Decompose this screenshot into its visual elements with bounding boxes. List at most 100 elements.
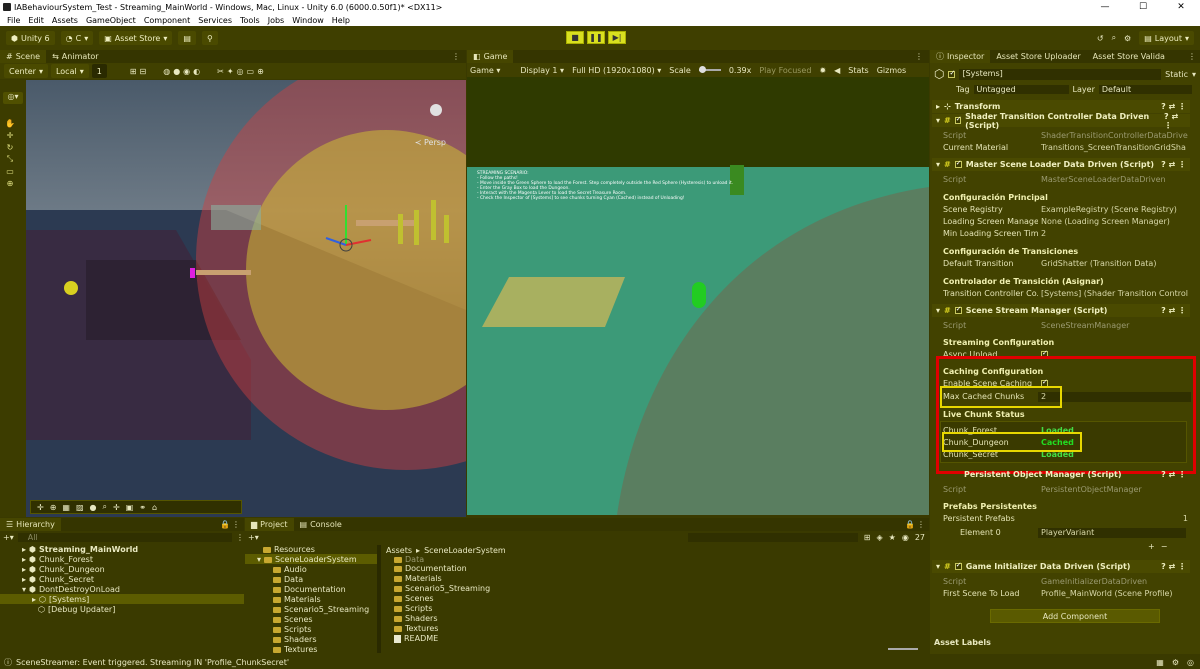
project-file-item[interactable]: Documentation	[394, 564, 467, 573]
add-component-button[interactable]: Add Component	[990, 609, 1160, 623]
move-tool-icon[interactable]: ✛	[5, 130, 15, 140]
loading-screen-field[interactable]: Loading Screen Manager None (Loading Scre…	[943, 216, 1191, 227]
hierarchy-item[interactable]: ⬡ [Debug Updater]	[38, 605, 115, 614]
menu-item[interactable]: GameObject	[82, 16, 140, 25]
project-file-item[interactable]: Materials	[394, 574, 442, 583]
stats-button[interactable]: Stats	[848, 66, 868, 75]
transform-tool-icon[interactable]: ⊕	[5, 178, 15, 188]
project-tree-item[interactable]: ▾ SceneLoaderSystem	[257, 555, 357, 564]
persistent-object-manager-header[interactable]: Persistent Object Manager (Script)? ⇄ ⋮	[960, 468, 1190, 481]
tab-animator[interactable]: ⇆ Animator	[46, 50, 104, 63]
grid-snap-input[interactable]: 1	[91, 64, 107, 78]
tab-scene[interactable]: # Scene	[0, 50, 47, 63]
rotate-tool-icon[interactable]: ↻	[5, 142, 15, 152]
pause-button[interactable]: ❚❚	[587, 31, 605, 44]
display-dropdown[interactable]: Display 1 ▾	[520, 66, 564, 75]
panel-menu-icon[interactable]: ⋮	[1188, 52, 1196, 61]
game-viewport[interactable]: STREAMING SCENARIO: - Follow the paths! …	[467, 77, 929, 515]
project-search[interactable]	[687, 532, 858, 542]
filter-icon[interactable]: ⋮	[236, 533, 244, 542]
static-toggle[interactable]: Static	[1165, 70, 1188, 79]
move-tool-icon[interactable]: ✛	[113, 503, 120, 512]
picture-icon[interactable]: ▣	[126, 503, 134, 512]
element-0-field[interactable]: Element 0 PlayerVariant	[960, 527, 1186, 538]
progress-icon[interactable]: ▦	[1156, 658, 1164, 667]
navmesh-icon[interactable]: ▨	[76, 503, 84, 512]
active-checkbox[interactable]	[948, 69, 956, 78]
tag-dropdown[interactable]: Untagged	[973, 85, 1069, 94]
rect-tool-icon[interactable]: ▭	[5, 166, 15, 176]
package-icon[interactable]: ▤	[178, 31, 196, 45]
draw-mode-icon[interactable]: ◎▾	[3, 92, 23, 104]
visibility-icon[interactable]: ◎	[237, 67, 244, 76]
lock-icon[interactable]: 🔒	[220, 520, 230, 529]
menu-item[interactable]: Services	[194, 16, 236, 25]
label-icon[interactable]: ◈	[877, 533, 883, 542]
gizmos-button[interactable]: Gizmos	[877, 66, 906, 75]
cache-icon[interactable]: ⚙	[1172, 658, 1179, 667]
unity-account-button[interactable]: ⬢ Unity 6	[6, 31, 55, 45]
grid-icon[interactable]: ⊞	[130, 67, 137, 76]
create-button[interactable]: +▾	[248, 533, 259, 542]
tab-asset-store-uploader[interactable]: Asset Store Uploader	[990, 50, 1086, 63]
object-name-field[interactable]: [Systems]	[959, 68, 1162, 80]
camera-icon[interactable]: ▭	[247, 67, 255, 76]
project-tree-item[interactable]: Data	[273, 575, 303, 584]
shading-icon[interactable]: ◐	[193, 67, 200, 76]
panel-menu-icon[interactable]: ⋮	[232, 520, 240, 529]
scene-stream-manager-header[interactable]: ▾#Scene Stream Manager (Script)? ⇄ ⋮	[932, 304, 1190, 317]
game-initializer-header[interactable]: ▾#Game Initializer Data Driven (Script)?…	[932, 560, 1190, 573]
resolution-dropdown[interactable]: Full HD (1920x1080) ▾	[572, 66, 661, 75]
project-tree-item[interactable]: Textures	[273, 645, 317, 654]
breadcrumb-assets[interactable]: Assets	[386, 546, 412, 555]
status-message[interactable]: SceneStreamer: Event triggered. Streamin…	[16, 658, 289, 667]
door-icon[interactable]: ⌂	[152, 503, 157, 512]
menu-item[interactable]: Help	[328, 16, 354, 25]
menu-item[interactable]: Tools	[236, 16, 264, 25]
project-file-item[interactable]: Scenario5_Streaming	[394, 584, 490, 593]
search-icon[interactable]: ⌕	[1112, 33, 1116, 43]
maximize-button[interactable]: ☐	[1124, 0, 1162, 14]
panel-menu-icon[interactable]: ⋮	[915, 52, 923, 61]
hierarchy-item[interactable]: ▸ ⬢ Chunk_Dungeon	[22, 565, 105, 574]
effects-icon[interactable]: ✦	[227, 67, 234, 76]
layer-dropdown[interactable]: Default	[1098, 85, 1192, 94]
menu-item[interactable]: File	[3, 16, 24, 25]
version-control-icon[interactable]: ⚲	[201, 31, 218, 45]
close-button[interactable]: ✕	[1162, 0, 1200, 14]
speaker-icon[interactable]: ◀	[834, 66, 840, 75]
snap-icon[interactable]: ⊟	[140, 67, 147, 76]
perspective-label[interactable]: ≺ Persp	[415, 138, 446, 147]
tab-asset-store-validator[interactable]: Asset Store Valida	[1087, 50, 1171, 63]
menu-item[interactable]: Edit	[24, 16, 48, 25]
globe-icon[interactable]: ◍	[163, 67, 170, 76]
play-button[interactable]: ■	[566, 31, 584, 44]
current-material-field[interactable]: Current Material Transitions_ScreenTransi…	[943, 142, 1191, 153]
hierarchy-item[interactable]: ▸ ⬢ Streaming_MainWorld	[22, 545, 138, 554]
create-button[interactable]: +▾	[3, 533, 14, 542]
move-tool-icon[interactable]: ✛	[37, 503, 44, 512]
mute-audio-icon[interactable]: ✂	[217, 67, 224, 76]
panel-menu-icon[interactable]: ⋮	[452, 52, 460, 61]
project-file-item[interactable]: Scenes	[394, 594, 434, 603]
default-transition-field[interactable]: Default Transition GridShatter (Transitio…	[943, 258, 1191, 269]
tab-console[interactable]: ▤ Console	[294, 518, 348, 531]
game-mode-dropdown[interactable]: Game ▾	[470, 66, 500, 75]
menu-item[interactable]: Assets	[48, 16, 82, 25]
tab-game[interactable]: ◧ Game	[467, 50, 514, 63]
menu-item[interactable]: Component	[140, 16, 194, 25]
tab-hierarchy[interactable]: ☰ Hierarchy	[0, 518, 61, 531]
scale-tool-icon[interactable]: ⤡	[5, 154, 15, 164]
project-tree-item[interactable]: Scenario5_Streaming	[273, 605, 369, 614]
tab-inspector[interactable]: ⓘ Inspector	[930, 50, 991, 63]
hierarchy-search[interactable]: All	[17, 532, 232, 542]
lock-icon[interactable]: 🔒	[905, 520, 915, 529]
shader-transition-header[interactable]: ▾#Shader Transition Controller Data Driv…	[932, 112, 1190, 130]
first-scene-field[interactable]: First Scene To Load Profile_MainWorld (Sc…	[943, 588, 1191, 599]
scale-slider[interactable]	[698, 66, 721, 73]
pivot-dropdown[interactable]: Center ▾	[4, 64, 48, 78]
minimize-button[interactable]: —	[1086, 0, 1124, 14]
remove-element-button[interactable]: −	[1161, 542, 1168, 551]
project-file-item[interactable]: Textures	[394, 624, 438, 633]
scene-registry-field[interactable]: Scene Registry ExampleRegistry (Scene Reg…	[943, 204, 1191, 215]
